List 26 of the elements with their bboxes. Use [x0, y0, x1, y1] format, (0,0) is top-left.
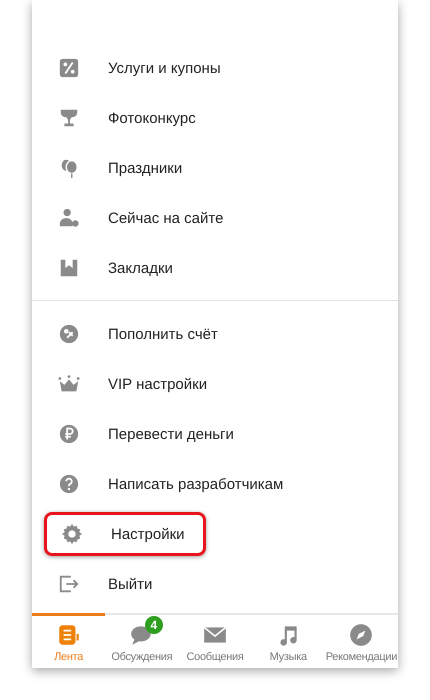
- menu-item[interactable]: Настройки: [44, 512, 206, 556]
- logout-icon: [58, 573, 80, 595]
- menu-item[interactable]: Пополнить счёт: [32, 309, 398, 359]
- menu-item[interactable]: Сейчас на сайте: [32, 193, 398, 243]
- bookmark-icon: [58, 257, 80, 279]
- menu-item[interactable]: VIP настройки: [32, 359, 398, 409]
- menu-item[interactable]: Услуги и купоны: [32, 43, 398, 93]
- menu-item[interactable]: Перевести деньги: [32, 409, 398, 459]
- settings-icon: [61, 523, 83, 545]
- menu-item[interactable]: Закладки: [32, 243, 398, 293]
- trophy-icon: [58, 107, 80, 129]
- nav-tab[interactable]: 4 Обсуждения: [105, 613, 178, 668]
- menu-item[interactable]: Выйти: [32, 559, 398, 609]
- ruble-icon: [58, 423, 80, 445]
- menu-item[interactable]: Праздники: [32, 143, 398, 193]
- compass-icon: [348, 622, 374, 648]
- menu-item[interactable]: Написать разработчикам: [32, 459, 398, 509]
- coin-icon: [58, 323, 80, 345]
- nav-tab[interactable]: Музыка: [252, 613, 325, 668]
- nav-tab[interactable]: Сообщения: [178, 613, 252, 668]
- people-icon: [58, 207, 80, 229]
- percent-icon: [58, 57, 80, 79]
- count-badge: 4: [144, 616, 163, 634]
- nav-tab[interactable]: Рекомендации: [324, 613, 398, 668]
- help-icon: [58, 473, 80, 495]
- menu-item[interactable]: Фотоконкурс: [32, 93, 398, 143]
